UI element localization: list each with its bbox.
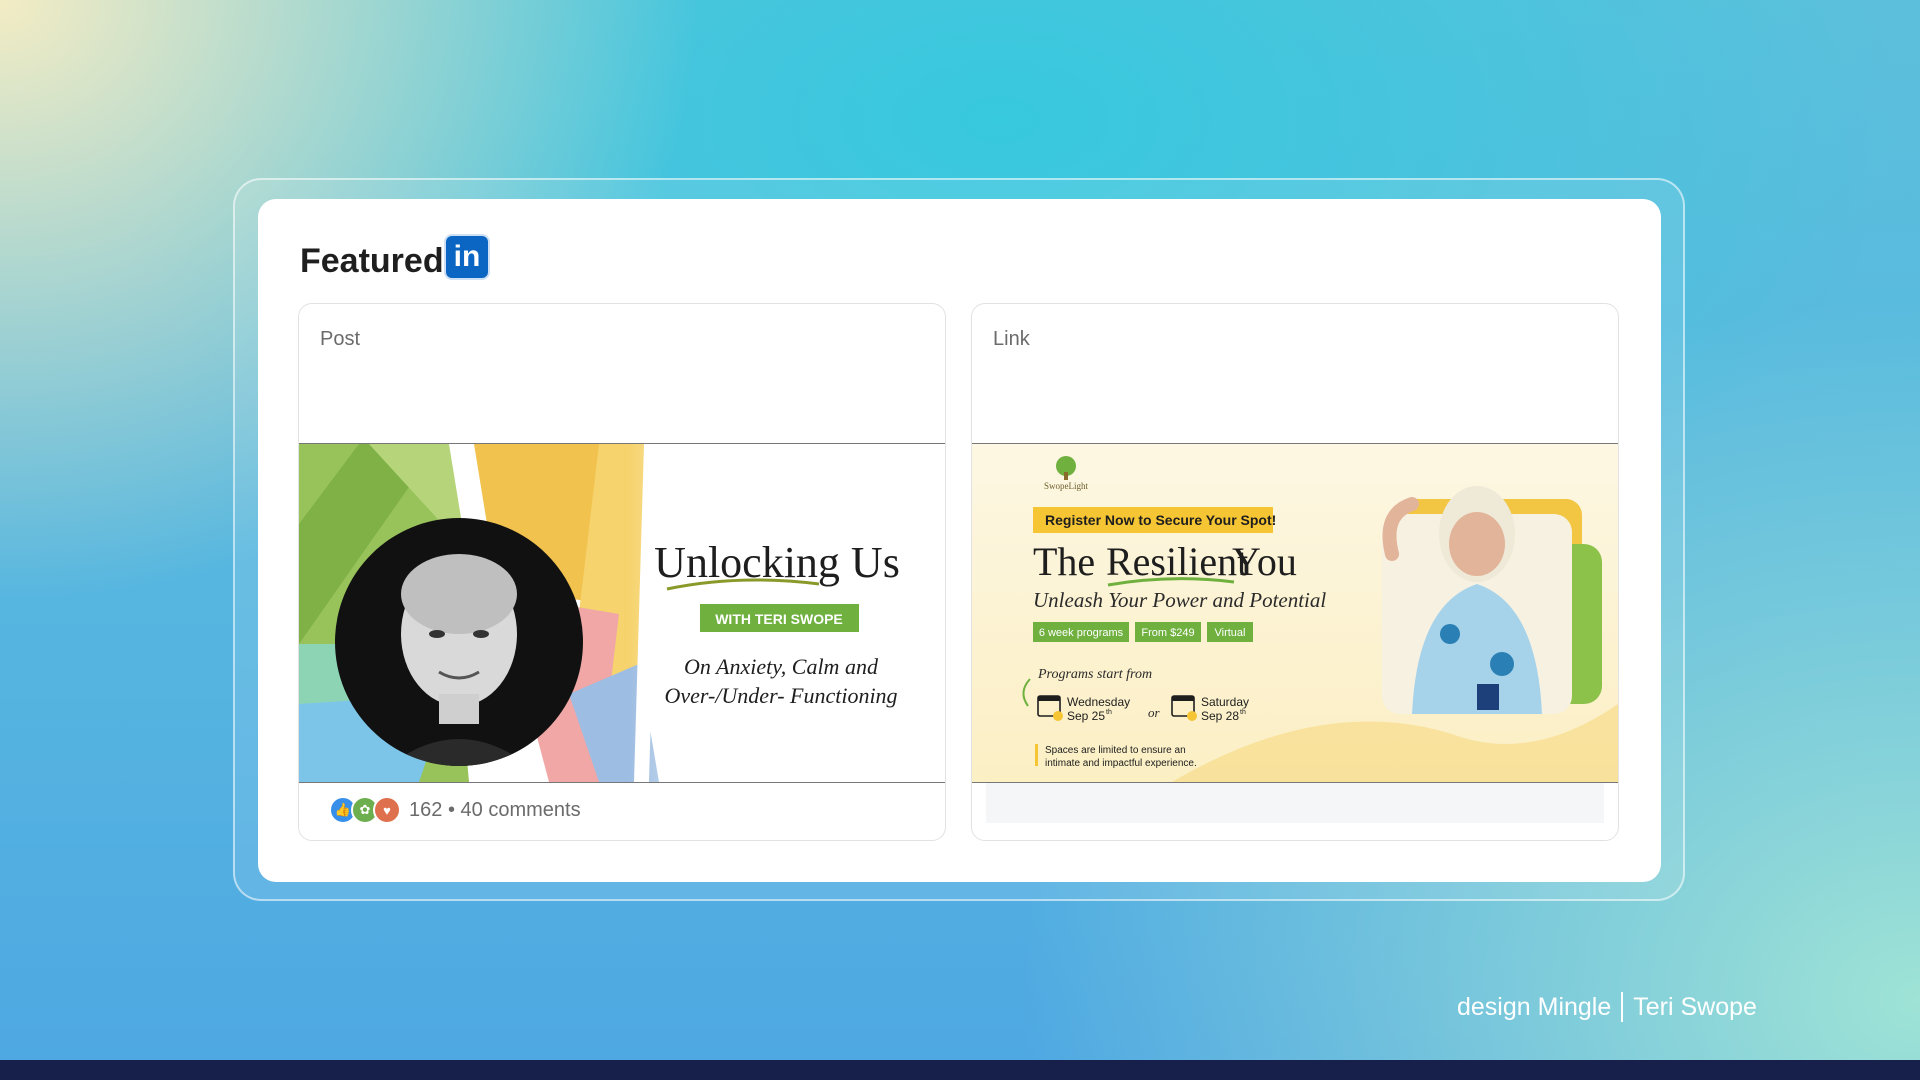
date2-sup: th bbox=[1240, 709, 1246, 716]
date2-date: Sep 28 bbox=[1201, 709, 1239, 723]
reactions-bar[interactable]: 👍 ✿ ♥ 162 • 40 comments bbox=[329, 795, 581, 825]
or-text: or bbox=[1148, 705, 1161, 720]
date2-day: Saturday bbox=[1201, 695, 1249, 709]
featured-post-card[interactable]: Post Unlocking Us WITH TERI SWOPE On Anx… bbox=[298, 303, 946, 841]
post-image-subtitle-1: On Anxiety, Calm and bbox=[684, 654, 879, 679]
link-type-label: Link bbox=[993, 328, 1030, 350]
featured-link-card[interactable]: Link SwopeLight Register Now to Secure Y… bbox=[971, 303, 1619, 841]
title-you: You bbox=[1232, 539, 1297, 584]
bottom-bar bbox=[0, 1060, 1920, 1080]
note-line-1: Spaces are limited to ensure an bbox=[1045, 745, 1186, 756]
link-artwork: SwopeLight Register Now to Secure Your S… bbox=[972, 444, 1618, 782]
post-image-subtitle-2: Over-/Under- Functioning bbox=[664, 683, 897, 708]
date1-day: Wednesday bbox=[1067, 695, 1130, 709]
post-image-badge: WITH TERI SWOPE bbox=[715, 611, 843, 627]
linkedin-icon[interactable]: in bbox=[446, 236, 488, 278]
note-line-2: intimate and impactful experience. bbox=[1045, 758, 1197, 769]
link-image[interactable]: SwopeLight Register Now to Secure Your S… bbox=[972, 443, 1618, 783]
date1-date: Sep 25 bbox=[1067, 709, 1105, 723]
title-the: The bbox=[1033, 539, 1095, 584]
programs-start: Programs start from bbox=[1037, 667, 1152, 682]
post-artwork: Unlocking Us WITH TERI SWOPE On Anxiety,… bbox=[299, 444, 945, 782]
credit-left: design Mingle bbox=[1457, 992, 1612, 1021]
featured-heading: Featured bbox=[300, 242, 444, 280]
post-type-label: Post bbox=[320, 328, 361, 350]
love-icon: ♥ bbox=[373, 796, 401, 824]
tag-price: From $249 bbox=[1141, 627, 1194, 639]
tag-virtual: Virtual bbox=[1215, 627, 1246, 639]
reaction-count[interactable]: 162 bbox=[409, 799, 442, 821]
credit-divider bbox=[1621, 992, 1624, 1022]
tag-weeks: 6 week programs bbox=[1039, 627, 1124, 639]
credit-line: design Mingle Teri Swope bbox=[1457, 992, 1757, 1022]
post-image[interactable]: Unlocking Us WITH TERI SWOPE On Anxiety,… bbox=[299, 443, 945, 783]
comment-count[interactable]: 40 comments bbox=[461, 799, 581, 821]
link-footer bbox=[986, 783, 1604, 823]
credit-right: Teri Swope bbox=[1633, 992, 1757, 1021]
reaction-separator: • bbox=[447, 798, 455, 821]
tagline: Unleash Your Power and Potential bbox=[1033, 588, 1326, 612]
register-banner: Register Now to Secure Your Spot! bbox=[1045, 512, 1276, 528]
date1-sup: th bbox=[1106, 709, 1112, 716]
brand-name: SwopeLight bbox=[1044, 481, 1088, 491]
